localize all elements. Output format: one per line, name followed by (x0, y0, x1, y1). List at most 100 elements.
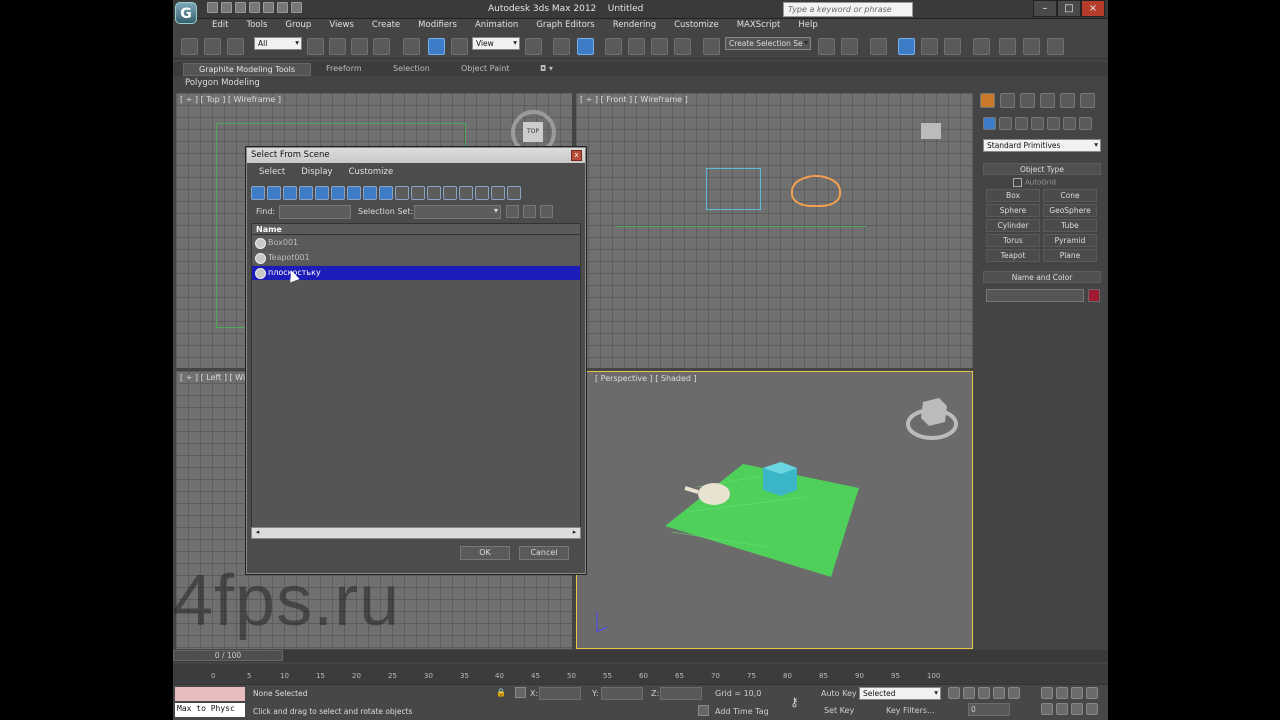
maximize-button[interactable]: □ (1057, 0, 1081, 17)
scroll-right-icon[interactable]: ▸ (569, 528, 580, 538)
link-icon[interactable] (181, 38, 198, 55)
zoom-icon[interactable] (1041, 687, 1053, 699)
scale-icon[interactable] (451, 38, 468, 55)
app-logo-icon[interactable]: G (175, 2, 197, 24)
render-setup-icon[interactable] (999, 38, 1016, 55)
bind-spacewarp-icon[interactable] (227, 38, 244, 55)
display-helpers-icon[interactable] (315, 186, 329, 200)
dialog-menu-select[interactable]: Select (251, 167, 293, 180)
object-color-swatch[interactable] (1088, 289, 1100, 302)
display-none-icon[interactable] (459, 186, 473, 200)
menu-maxscript[interactable]: MAXScript (728, 19, 790, 33)
material-editor-icon[interactable] (973, 38, 990, 55)
schematic-view-icon[interactable] (944, 38, 961, 55)
absolute-mode-icon[interactable] (515, 687, 526, 698)
field-of-view-icon[interactable] (1041, 703, 1053, 715)
rotate-icon[interactable] (428, 38, 445, 55)
tab-freeform[interactable]: Freeform (326, 64, 362, 73)
display-hidden-icon[interactable] (427, 186, 441, 200)
previous-frame-icon[interactable] (963, 687, 975, 699)
display-geometry-icon[interactable] (251, 186, 265, 200)
cone-button[interactable]: Cone (1043, 189, 1097, 202)
reference-coordinate-dropdown[interactable]: View (472, 37, 520, 50)
key-filters-button[interactable]: Key Filters... (886, 706, 935, 715)
menu-group[interactable]: Group (276, 19, 320, 33)
layer-manager-icon[interactable] (870, 38, 887, 55)
polygon-modeling-panel[interactable]: Polygon Modeling (185, 78, 260, 88)
menu-rendering[interactable]: Rendering (604, 19, 665, 33)
project-folder-icon[interactable] (277, 2, 288, 13)
primitive-category-dropdown[interactable]: Standard Primitives (983, 139, 1101, 152)
ok-button[interactable]: OK (460, 546, 510, 560)
pyramid-button[interactable]: Pyramid (1043, 234, 1097, 247)
new-file-icon[interactable] (207, 2, 218, 13)
snap-toggle-icon[interactable] (605, 38, 622, 55)
utilities-tab-icon[interactable] (1080, 93, 1095, 108)
zoom-all-icon[interactable] (1056, 687, 1068, 699)
rendered-frame-icon[interactable] (1023, 38, 1040, 55)
viewcube-icon[interactable]: TOP (523, 122, 543, 142)
edit-named-selection-icon[interactable] (703, 38, 720, 55)
select-members-icon[interactable] (523, 205, 536, 218)
menu-create[interactable]: Create (363, 19, 409, 33)
tab-object-paint[interactable]: Object Paint (461, 64, 509, 73)
display-containers-icon[interactable] (395, 186, 409, 200)
teapot-object[interactable] (698, 483, 730, 505)
display-frozen-icon[interactable] (411, 186, 425, 200)
graphite-toggle-icon[interactable] (898, 38, 915, 55)
viewport-label-top[interactable]: [ + ] [ Top ] [ Wireframe ] (180, 95, 281, 104)
viewport-front[interactable]: [ + ] [ Front ] [ Wireframe ] (576, 93, 973, 368)
time-slider-thumb[interactable]: 0 / 100 (173, 650, 283, 661)
pan-icon[interactable] (1056, 703, 1068, 715)
zoom-extents-all-icon[interactable] (1086, 687, 1098, 699)
next-frame-icon[interactable] (993, 687, 1005, 699)
redo-icon[interactable] (263, 2, 274, 13)
named-selection-dropdown[interactable]: Create Selection Se (725, 37, 811, 50)
dropdown-icon[interactable] (291, 2, 302, 13)
move-icon[interactable] (403, 38, 420, 55)
search-input[interactable]: Type a keyword or phrase (783, 2, 913, 17)
find-input[interactable] (279, 205, 351, 219)
display-shapes-icon[interactable] (267, 186, 281, 200)
object-name-field[interactable] (986, 289, 1084, 302)
filter-options-icon[interactable] (507, 186, 521, 200)
menu-modifiers[interactable]: Modifiers (409, 19, 466, 33)
window-crossing-icon[interactable] (373, 38, 390, 55)
key-icon[interactable]: ⚷ (790, 695, 799, 709)
time-slider[interactable]: 0 / 100 (173, 650, 1108, 662)
menu-help[interactable]: Help (789, 19, 826, 33)
auto-key-button[interactable]: Auto Key (821, 689, 857, 698)
unlink-icon[interactable] (204, 38, 221, 55)
set-key-button[interactable]: Set Key (824, 706, 854, 715)
time-tag-icon[interactable] (698, 705, 709, 716)
maxscript-listener-input[interactable]: Max to Physc (175, 703, 245, 717)
menu-tools[interactable]: Tools (237, 19, 276, 33)
cylinder-button[interactable]: Cylinder (986, 219, 1040, 232)
dialog-close-icon[interactable]: x (571, 150, 582, 161)
display-xrefs-icon[interactable] (363, 186, 377, 200)
mirror-icon[interactable] (818, 38, 835, 55)
display-lights-icon[interactable] (283, 186, 297, 200)
go-to-end-icon[interactable] (1008, 687, 1020, 699)
geometry-icon[interactable] (983, 117, 996, 130)
angle-snap-icon[interactable] (628, 38, 645, 55)
list-item[interactable]: Box001 (252, 236, 580, 250)
filter-icon[interactable] (491, 186, 505, 200)
box-button[interactable]: Box (986, 189, 1040, 202)
add-time-tag-button[interactable]: Add Time Tag (715, 707, 769, 716)
viewcube-perspective-icon[interactable] (921, 398, 947, 426)
display-groups-icon[interactable] (347, 186, 361, 200)
tab-graphite-modeling-tools[interactable]: Graphite Modeling Tools (183, 63, 312, 76)
pivot-center-icon[interactable] (525, 38, 542, 55)
sphere-button[interactable]: Sphere (986, 204, 1040, 217)
column-header-name[interactable]: Name (252, 224, 580, 235)
viewcube-front-icon[interactable] (921, 123, 941, 139)
motion-tab-icon[interactable] (1040, 93, 1055, 108)
cancel-button[interactable]: Cancel (519, 546, 569, 560)
modify-tab-icon[interactable] (1000, 93, 1015, 108)
display-cameras-icon[interactable] (299, 186, 313, 200)
plane-object[interactable] (665, 464, 859, 577)
selection-filter-dropdown[interactable]: All (254, 37, 302, 50)
y-coordinate-field[interactable] (601, 687, 643, 700)
selection-set-dropdown[interactable] (414, 205, 501, 219)
